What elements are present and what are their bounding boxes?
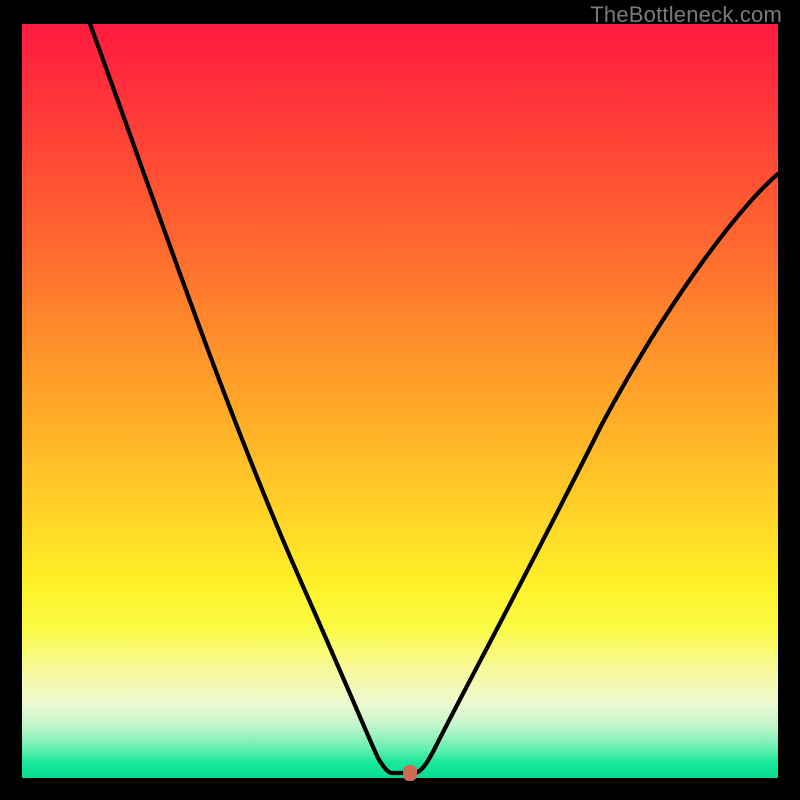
chart-frame: TheBottleneck.com [0, 0, 800, 800]
watermark-text: TheBottleneck.com [590, 2, 782, 28]
bottleneck-curve-path [90, 24, 778, 773]
curve-svg [22, 24, 778, 778]
gradient-plot-area [22, 24, 778, 778]
optimum-marker [403, 765, 417, 781]
